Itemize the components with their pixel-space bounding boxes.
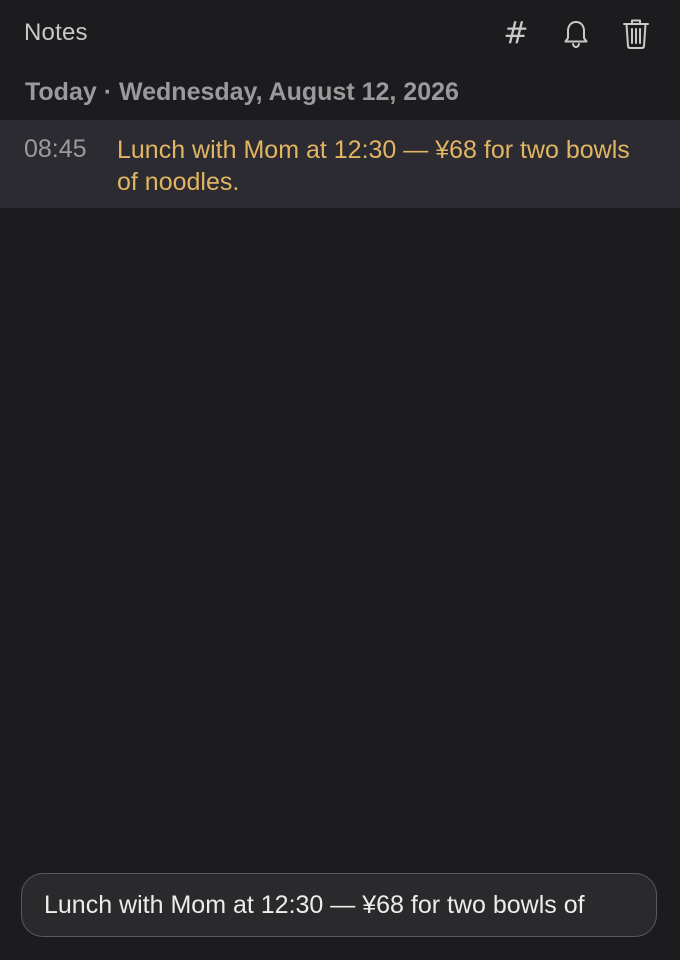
delete-button[interactable] bbox=[618, 16, 654, 52]
tag-button[interactable]: # bbox=[498, 16, 534, 52]
trash-icon bbox=[623, 19, 649, 49]
reminder-button[interactable] bbox=[558, 16, 594, 52]
note-entry[interactable]: 08:45 Lunch with Mom at 12:30 — ¥68 for … bbox=[0, 120, 680, 208]
note-input[interactable]: Lunch with Mom at 12:30 — ¥68 for two bo… bbox=[21, 873, 657, 937]
app-title: Notes bbox=[24, 19, 88, 46]
header: Notes # bbox=[0, 0, 680, 66]
bell-icon bbox=[564, 21, 588, 49]
entry-text: Lunch with Mom at 12:30 — ¥68 for two bo… bbox=[117, 136, 630, 196]
notes-app: Notes # Today · Wednesday, August 12, 20… bbox=[0, 0, 680, 960]
entry-time: 08:45 bbox=[24, 135, 87, 163]
date-header: Today · Wednesday, August 12, 2026 bbox=[25, 78, 459, 106]
note-input-text: Lunch with Mom at 12:30 — ¥68 for two bo… bbox=[44, 891, 585, 919]
hash-icon: # bbox=[503, 16, 529, 51]
